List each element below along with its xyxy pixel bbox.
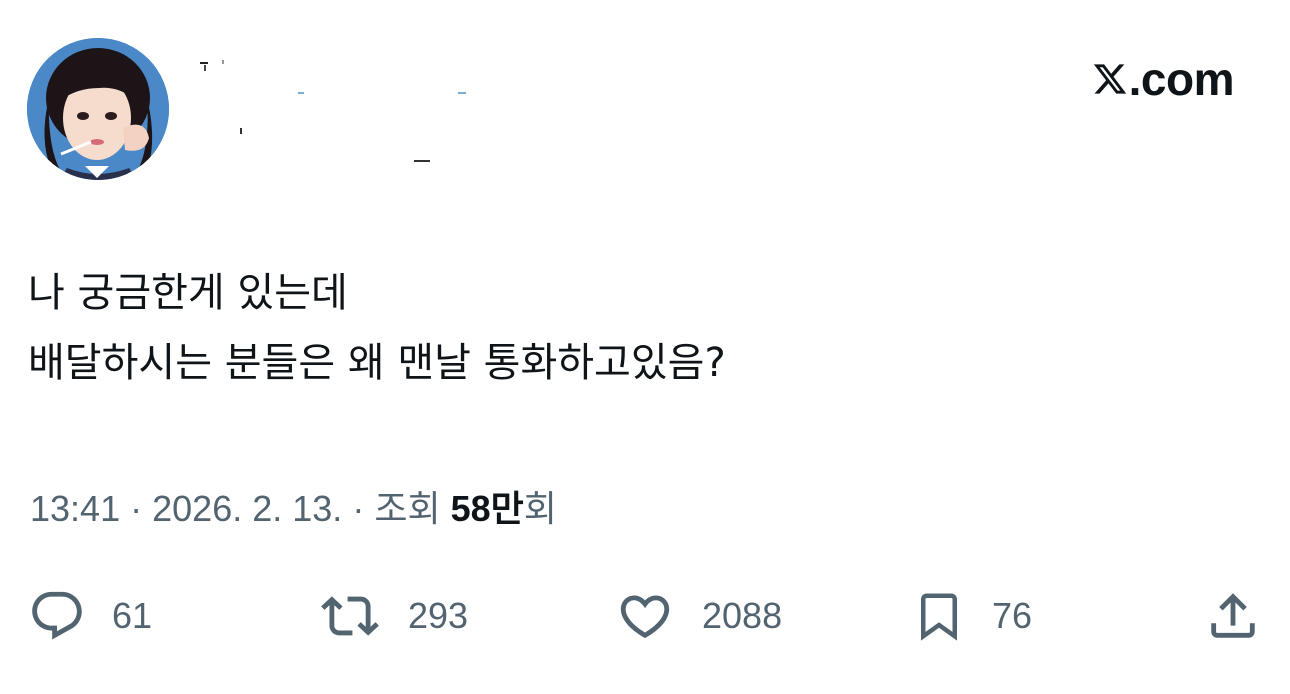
retweet-count: 293 [408,595,469,636]
share-icon [1211,593,1255,638]
bookmark-count: 76 [992,595,1033,636]
x-com-brand: .com [1092,52,1235,106]
tweet-text: 나 궁금한게 있는데 배달하시는 분들은 왜 맨날 통화하고있음? [28,258,726,398]
views-suffix: 회 [523,488,557,529]
tweet-line: 배달하시는 분들은 왜 맨날 통화하고있음? [28,340,726,386]
tweet-line: 나 궁금한게 있는데 [28,270,348,316]
tweet-meta: 13:41 · 2026. 2. 13. · 조회 58만회 [30,480,557,532]
bookmark-button[interactable]: 76 [912,584,1032,648]
action-bar: 61 293 2088 76 [0,584,1290,648]
reply-count: 61 [112,595,153,636]
retweet-button[interactable]: 293 [318,584,468,648]
retweet-icon [321,596,379,636]
meta-separator: · [352,488,365,529]
bookmark-icon [921,593,957,641]
avatar[interactable] [27,38,169,180]
reply-button[interactable]: 61 [28,584,152,648]
views-count: 58만 [450,488,524,529]
brand-label: .com [1128,53,1235,105]
meta-separator: · [130,488,143,529]
reply-icon [32,591,82,640]
like-count: 2088 [702,595,783,636]
x-logo-icon [1093,64,1126,94]
tweet-time[interactable]: 13:41 [30,488,120,529]
views-prefix: 조회 [374,488,441,529]
like-button[interactable]: 2088 [614,584,782,648]
redacted-user-name [196,56,486,166]
heart-icon [620,595,670,639]
share-button[interactable] [1204,584,1262,648]
tweet-date[interactable]: 2026. 2. 13. [152,488,342,529]
